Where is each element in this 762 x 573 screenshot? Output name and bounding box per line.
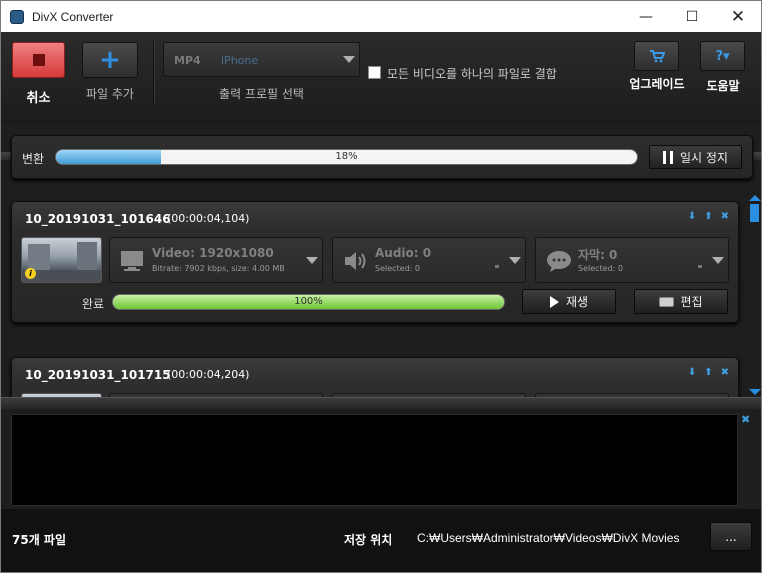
chevron-down-icon [712,257,724,264]
upgrade-label[interactable]: 업그레이드 [627,77,687,91]
file-progress-bar: 100% [112,294,505,310]
divx-app-icon [10,9,24,24]
file-list: 10_20191031_101646 (00:00:04,104) ⬇ ⬆ ✖ … [1,189,747,397]
video-track-select[interactable]: Video: 1920x1080 Bitrate: 7902 kbps, siz… [109,237,323,283]
file-actions: ⬇ ⬆ ✖ [688,367,729,378]
info-icon[interactable]: i [25,268,36,279]
toolbar: 취소 + 파일 추가 MP4 iPhone 출력 프로필 선택 모든 비디오를 … [1,32,761,160]
move-up-icon[interactable]: ⬆ [704,211,712,222]
conversion-percent: 18% [335,151,358,162]
track-indicator [495,265,499,268]
help-label[interactable]: 도움말 [693,77,753,94]
file-name: 10_20191031_101646 [25,212,171,226]
stop-icon [32,54,45,66]
log-panel [11,414,738,506]
add-file-label[interactable]: 파일 추가 [77,85,143,102]
chevron-down-icon [343,56,355,63]
plus-icon: + [99,45,121,75]
help-button[interactable]: ?▾ [700,41,745,71]
edit-icon [659,296,675,307]
add-file-button[interactable]: + [82,42,138,78]
file-duration: (00:00:04,204) [167,368,250,381]
scroll-down-icon[interactable] [749,389,761,395]
status-bar: 75개 파일 저장 위치 C:₩Users₩Administrator₩Vide… [1,509,761,572]
conversion-progress-bar: 18% [55,149,638,165]
file-status-label: 완료 [82,297,105,311]
file-card: 10_20191031_101646 (00:00:04,104) ⬇ ⬆ ✖ … [11,201,739,323]
edit-label: 편집 [680,295,703,309]
title-bar: DivX Converter — ☐ ✕ [1,1,761,32]
play-label: 재생 [565,295,589,309]
audio-track-select[interactable]: Audio: 0 Selected: 0 [332,237,526,283]
save-location-path: C:₩Users₩Administrator₩Videos₩DivX Movie… [417,531,680,545]
file-card: 10_20191031_101715 (00:00:04,204) ⬇ ⬆ ✖ [11,357,739,397]
scroll-thumb[interactable] [750,204,759,222]
file-duration: (00:00:04,104) [167,212,250,225]
profile-device: iPhone [221,54,259,67]
toolbar-divider [153,41,155,103]
upgrade-button[interactable] [634,41,679,71]
remove-file-icon[interactable]: ✖ [721,367,729,378]
cancel-label[interactable]: 취소 [12,87,65,106]
chevron-down-icon [306,257,318,264]
window-title: DivX Converter [32,9,114,24]
file-actions: ⬇ ⬆ ✖ [688,211,729,222]
move-up-icon[interactable]: ⬆ [704,367,712,378]
join-videos-label[interactable]: 모든 비디오를 하나의 파일로 결합 [387,65,557,82]
remove-file-icon[interactable]: ✖ [721,211,729,222]
audio-track-title: Audio: 0 [375,246,432,260]
file-progress-percent: 100% [294,296,323,307]
panel-splitter[interactable] [1,397,761,409]
minimize-button[interactable]: — [623,1,669,32]
help-icon: ?▾ [715,48,730,64]
save-location-label: 저장 위치 [344,533,393,547]
output-profile-select[interactable]: MP4 iPhone [163,42,360,77]
subtitle-track-select[interactable]: 자막: 0 Selected: 0 [535,237,729,283]
conversion-panel: 변환 18% 일시 정지 [11,135,753,179]
scroll-up-icon[interactable] [749,195,761,201]
pause-label: 일시 정지 [680,150,728,165]
pause-icon [663,150,673,164]
pause-button[interactable]: 일시 정지 [649,145,742,169]
file-list-scrollbar[interactable] [747,193,761,397]
video-track-title: Video: 1920x1080 [152,246,274,260]
output-profile-label: 출력 프로필 선택 [219,87,304,101]
track-indicator [698,265,702,268]
file-count: 75개 파일 [12,533,66,547]
speaker-icon [345,252,366,270]
cancel-button[interactable] [12,42,65,78]
join-videos-checkbox[interactable] [368,66,381,79]
subtitle-track-title: 자막: 0 [578,248,618,262]
move-down-icon[interactable]: ⬇ [688,211,696,222]
move-down-icon[interactable]: ⬇ [688,367,696,378]
close-window-button[interactable]: ✕ [715,1,761,32]
speech-bubble-icon [547,251,571,272]
file-name: 10_20191031_101715 [25,368,171,382]
monitor-icon [121,251,143,271]
profile-format: MP4 [174,54,201,67]
play-icon [549,295,559,308]
audio-track-info: Selected: 0 [375,264,421,273]
cart-icon [649,50,665,63]
browse-button[interactable]: ... [710,522,752,551]
app-window: DivX Converter — ☐ ✕ 취소 + 파일 추가 MP4 iPho… [0,0,762,573]
close-log-icon[interactable]: ✖ [741,413,750,426]
maximize-button[interactable]: ☐ [669,1,715,32]
conversion-label: 변환 [22,152,45,166]
window-controls: — ☐ ✕ [623,1,761,32]
video-thumbnail[interactable]: i [21,237,102,283]
edit-button[interactable]: 편집 [634,289,728,314]
subtitle-track-info: Selected: 0 [578,264,624,273]
video-track-info: Bitrate: 7902 kbps, size: 4.00 MB [152,264,285,273]
chevron-down-icon [509,257,521,264]
play-button[interactable]: 재생 [522,289,616,314]
